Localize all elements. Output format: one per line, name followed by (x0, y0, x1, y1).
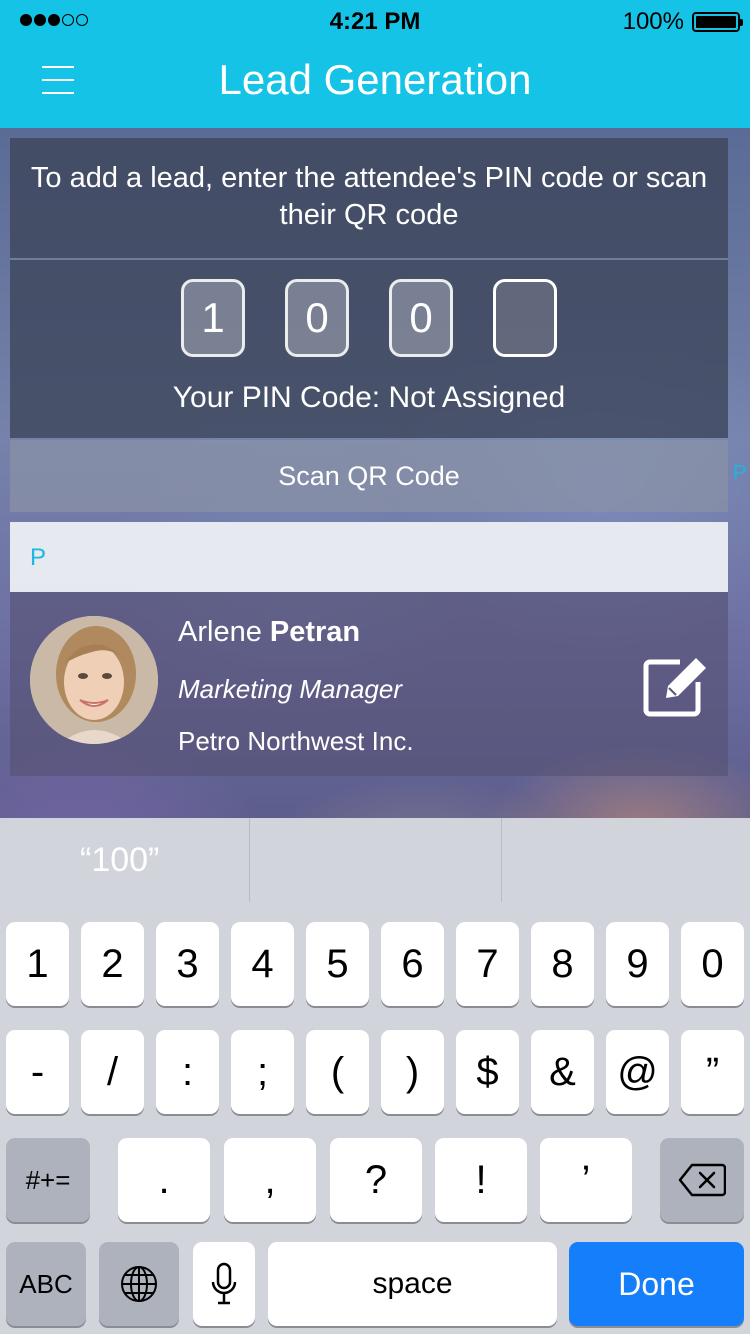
divider (10, 258, 728, 260)
pin-entry-panel: To add a lead, enter the attendee's PIN … (10, 138, 728, 438)
key-4[interactable]: 4 (231, 922, 294, 1006)
key-open-paren[interactable]: ( (306, 1030, 369, 1114)
key-9[interactable]: 9 (606, 922, 669, 1006)
key-close-paren[interactable]: ) (381, 1030, 444, 1114)
key-0[interactable]: 0 (681, 922, 744, 1006)
microphone-icon[interactable] (193, 1242, 255, 1326)
key-at[interactable]: @ (606, 1030, 669, 1114)
suggestion-1[interactable]: “100” (0, 818, 250, 902)
key-space[interactable]: space (268, 1242, 557, 1326)
battery-icon (692, 12, 743, 32)
app-header: 4:21 PM 100% Lead Generation (0, 0, 750, 128)
status-bar: 4:21 PM 100% (0, 0, 750, 42)
key-exclamation[interactable]: ! (435, 1138, 527, 1222)
section-index-letter[interactable]: P (733, 462, 746, 485)
key-5[interactable]: 5 (306, 922, 369, 1006)
key-abc[interactable]: ABC (6, 1242, 86, 1326)
page-title: Lead Generation (218, 56, 532, 103)
key-slash[interactable]: / (81, 1030, 144, 1114)
section-header: P (10, 522, 728, 592)
key-hyphen[interactable]: - (6, 1030, 69, 1114)
avatar (30, 616, 158, 744)
key-ampersand[interactable]: & (531, 1030, 594, 1114)
lead-first-name: Arlene (178, 616, 262, 648)
key-dollar[interactable]: $ (456, 1030, 519, 1114)
key-question[interactable]: ? (330, 1138, 422, 1222)
battery-percent: 100% (622, 8, 684, 35)
keyboard-suggestion-bar: “100” (0, 818, 750, 902)
key-7[interactable]: 7 (456, 922, 519, 1006)
key-colon[interactable]: : (156, 1030, 219, 1114)
globe-icon[interactable] (99, 1242, 179, 1326)
suggestion-3[interactable] (502, 818, 750, 902)
pin-digit-4[interactable] (493, 279, 557, 357)
lead-list-item[interactable]: Arlene Petran Marketing Manager Petro No… (10, 592, 728, 776)
pin-digit-1[interactable]: 1 (181, 279, 245, 357)
scan-qr-button[interactable]: Scan QR Code (10, 440, 728, 512)
lead-name: Arlene Petran (178, 616, 360, 649)
keyboard: 1 2 3 4 5 6 7 8 9 0 - / : ; ( ) $ & @ ” … (0, 902, 750, 1334)
key-comma[interactable]: , (224, 1138, 316, 1222)
pin-digit-2[interactable]: 0 (285, 279, 349, 357)
key-6[interactable]: 6 (381, 922, 444, 1006)
key-more-symbols[interactable]: #+= (6, 1138, 90, 1222)
lead-company: Petro Northwest Inc. (178, 726, 414, 756)
lead-last-name: Petran (269, 616, 361, 648)
key-apostrophe[interactable]: ’ (540, 1138, 632, 1222)
key-quote[interactable]: ” (681, 1030, 744, 1114)
edit-icon[interactable] (640, 650, 710, 720)
suggestion-2[interactable] (250, 818, 502, 902)
lead-job-title: Marketing Manager (178, 674, 402, 704)
backspace-icon[interactable] (660, 1138, 744, 1222)
key-2[interactable]: 2 (81, 922, 144, 1006)
key-1[interactable]: 1 (6, 922, 69, 1006)
key-8[interactable]: 8 (531, 922, 594, 1006)
pin-input-group: 1 0 0 (10, 279, 728, 357)
key-period[interactable]: . (118, 1138, 210, 1222)
done-button[interactable]: Done (569, 1242, 744, 1326)
your-pin-label: Your PIN Code: Not Assigned (172, 381, 566, 414)
pin-digit-3[interactable]: 0 (389, 279, 453, 357)
pin-instruction: To add a lead, enter the attendee's PIN … (30, 162, 708, 231)
key-semicolon[interactable]: ; (231, 1030, 294, 1114)
key-3[interactable]: 3 (156, 922, 219, 1006)
